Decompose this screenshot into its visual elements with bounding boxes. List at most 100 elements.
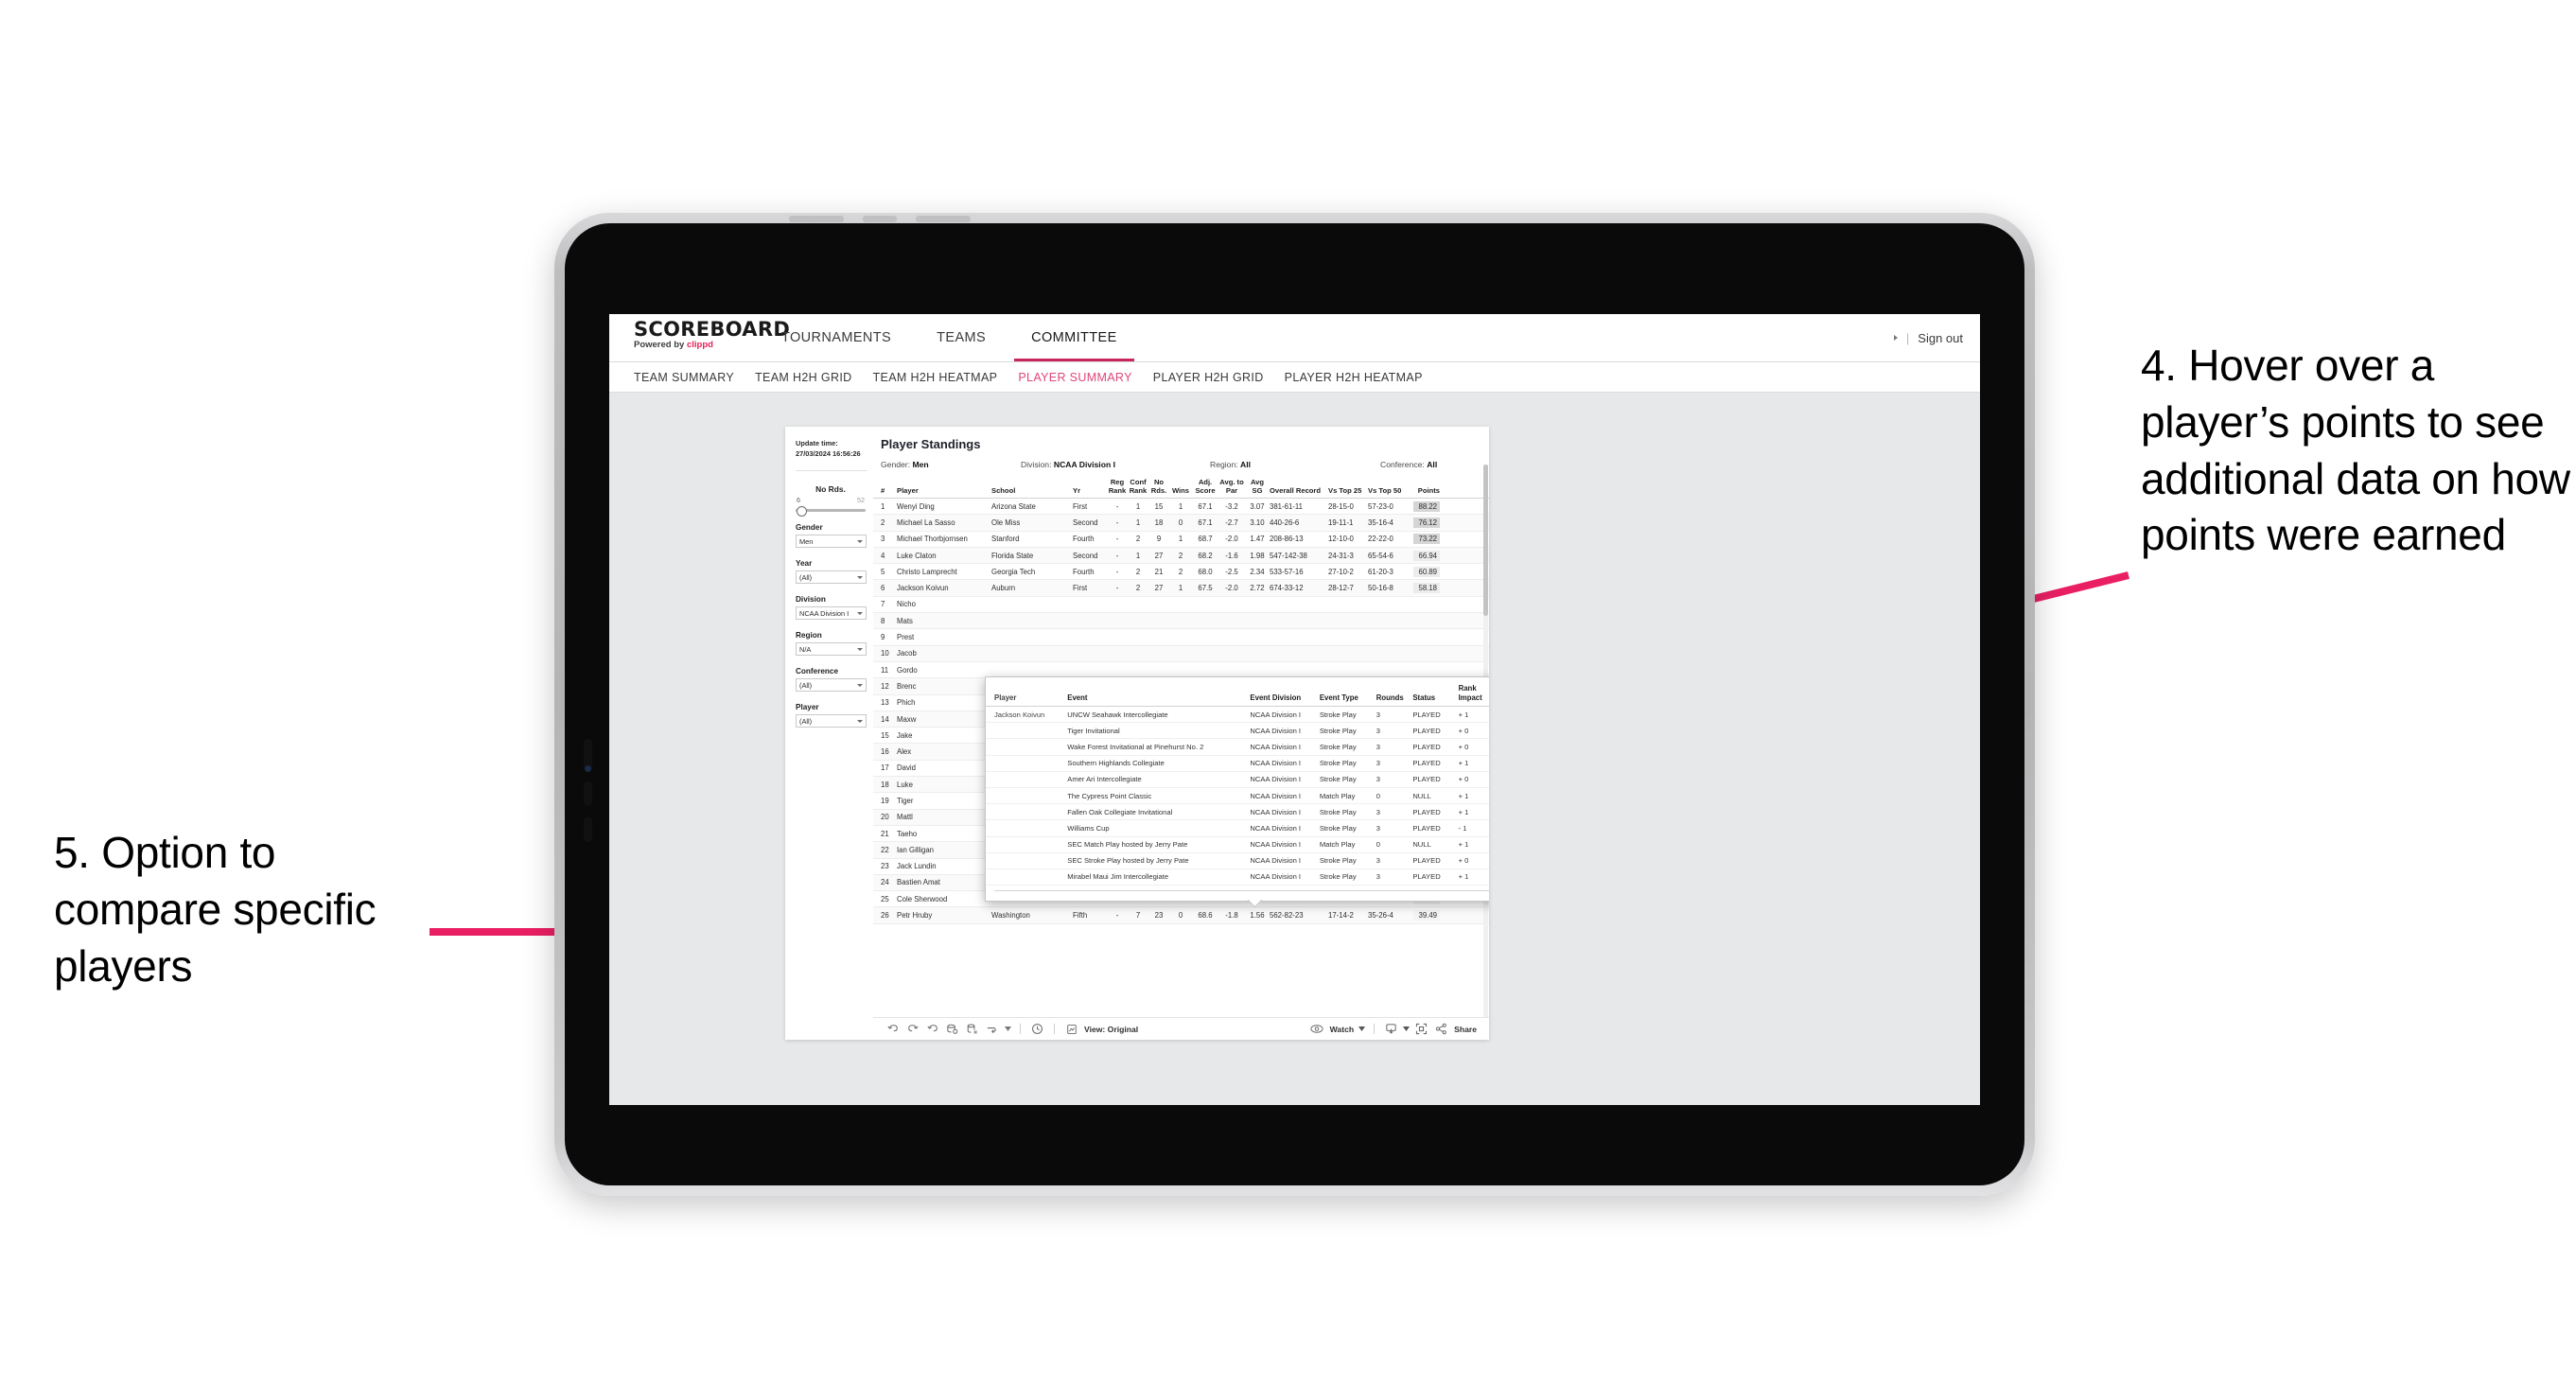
table-row[interactable]: 2 Michael La Sasso Ole Miss Second - 1 18 0 67.1… [873, 515, 1489, 532]
filter-no-rounds-slider[interactable]: No Rds. 6 52 [796, 484, 873, 517]
fullscreen-icon[interactable] [1411, 1018, 1431, 1041]
points-cell[interactable]: 39.49 [1408, 910, 1440, 921]
col-points[interactable]: Points [1408, 486, 1440, 495]
watch-label[interactable]: Watch [1330, 1025, 1354, 1034]
filter-conference-select[interactable]: (All) [796, 678, 867, 692]
tooltip-rounds-cell: 0 [1376, 840, 1380, 850]
slider-track[interactable] [796, 506, 866, 517]
tooltip-division-cell: NCAA Division I [1250, 759, 1302, 768]
col-vs-top-50[interactable]: Vs Top 50 [1368, 486, 1408, 495]
filter-region-select[interactable]: N/A [796, 642, 867, 656]
table-row[interactable]: 4 Luke Claton Florida State Second - 1 27 2 68.2… [873, 547, 1489, 565]
watch-eye-icon[interactable] [1307, 1018, 1327, 1041]
refresh-data-icon[interactable] [942, 1018, 962, 1041]
tooltip-status-cell: PLAYED [1412, 726, 1441, 735]
avg-sg-cell: 1.98 [1250, 551, 1265, 560]
wins-cell: 1 [1178, 501, 1183, 511]
col-school[interactable]: School [991, 486, 1073, 495]
table-row[interactable]: 26 Petr Hruby Washington Fifth - 7 23 0 68.6 -1.8… [873, 907, 1489, 924]
filter-player-select[interactable]: (All) [796, 714, 867, 728]
table-row[interactable]: 5 Christo Lamprecht Georgia Tech Fourth - 2 21… [873, 564, 1489, 581]
col-adj-score[interactable]: Adj. Score [1192, 478, 1218, 495]
col-player[interactable]: Player [897, 486, 991, 495]
update-time-value: 27/03/2024 16:56:26 [796, 448, 861, 458]
filter-division: Division NCAA Division I [796, 595, 873, 620]
tooltip-event-cell: Fallen Oak Collegiate Invitational [1067, 807, 1173, 816]
share-label[interactable]: Share [1454, 1025, 1477, 1034]
avg-to-par-cell: -1.8 [1225, 911, 1238, 921]
no-rds-cell: 18 [1154, 518, 1164, 527]
table-row[interactable]: 3 Michael Thorbjornsen Stanford Fourth -2 9 1 6… [873, 532, 1489, 548]
col-reg-rank[interactable]: Reg Rank [1107, 478, 1128, 495]
nav-tournaments[interactable]: TOURNAMENTS [759, 314, 914, 361]
tooltip-bottom-rule [994, 890, 1489, 892]
points-cell[interactable]: 76.12 [1408, 517, 1440, 528]
table-row[interactable]: 7 Nicho [873, 597, 1489, 614]
col-yr[interactable]: Yr [1073, 486, 1107, 495]
toolbar-divider-1 [1020, 1024, 1021, 1034]
col-conf-rank[interactable]: Conf Rank [1128, 478, 1148, 495]
brand-logo[interactable]: SCOREBOARD Powered by clippd [609, 314, 790, 361]
points-cell[interactable]: 88.22 [1408, 500, 1440, 512]
slider-label: No Rds. [815, 484, 846, 494]
points-cell[interactable]: 60.89 [1408, 566, 1440, 577]
tooltip-division-cell: NCAA Division I [1250, 742, 1302, 751]
share-icon[interactable] [1431, 1018, 1451, 1041]
watch-caret-icon[interactable] [1357, 1018, 1367, 1041]
tab-team-summary[interactable]: TEAM SUMMARY [634, 371, 755, 384]
tab-player-h2h-grid[interactable]: PLAYER H2H GRID [1153, 371, 1285, 384]
table-row[interactable]: 10 Jacob [873, 645, 1489, 662]
tab-team-h2h-heatmap[interactable]: TEAM H2H HEATMAP [873, 371, 1019, 384]
download-caret-icon[interactable] [1401, 1018, 1411, 1041]
tooltip-event-cell: Wake Forest Invitational at Pinehurst No… [1067, 742, 1204, 751]
points-cell[interactable]: 73.22 [1408, 534, 1440, 545]
player-cell: Christo Lamprecht [897, 567, 957, 576]
tab-player-h2h-heatmap[interactable]: PLAYER H2H HEATMAP [1285, 371, 1444, 384]
col-vs-top-25[interactable]: Vs Top 25 [1328, 486, 1368, 495]
nav-teams[interactable]: TEAMS [914, 314, 1008, 361]
rank-cell: 4 [881, 551, 885, 560]
tooltip-player-cell: Jackson Koivun [994, 710, 1045, 719]
col-wins[interactable]: Wins [1169, 486, 1192, 495]
points-cell[interactable]: 58.18 [1408, 583, 1440, 594]
toolbar-dropdown-caret-icon[interactable] [1002, 1018, 1013, 1041]
view-original-icon[interactable] [1061, 1018, 1081, 1041]
tooltip-row: Wake Forest Invitational at Pinehurst No… [986, 739, 1489, 756]
pause-refresh-clock-icon[interactable] [1027, 1018, 1047, 1041]
download-icon[interactable] [1381, 1018, 1401, 1041]
tooltip-status-cell: PLAYED [1412, 775, 1441, 784]
toolbar-divider-2 [1054, 1024, 1055, 1034]
table-row[interactable]: 6 Jackson Koivun Auburn First - 2 27 1 67.5 -2.0 2… [873, 580, 1489, 597]
filter-division-select[interactable]: NCAA Division I [796, 606, 867, 620]
nav-committee[interactable]: COMMITTEE [1008, 314, 1140, 361]
undo-icon[interactable] [883, 1018, 902, 1041]
points-cell[interactable]: 66.94 [1408, 550, 1440, 561]
redo-icon[interactable] [902, 1018, 922, 1041]
col-overall-record[interactable]: Overall Record [1270, 486, 1328, 495]
sign-out-link[interactable]: Sign out [1918, 331, 1963, 345]
tablet-top-button-2 [863, 216, 897, 222]
tooltip-rounds-cell: 0 [1376, 791, 1380, 800]
table-row[interactable]: 8 Mats [873, 613, 1489, 630]
revert-icon[interactable] [922, 1018, 942, 1041]
table-row[interactable]: 1 Wenyi Ding Arizona State First - 1 15 1 67.1 -3… [873, 499, 1489, 516]
viz-scrollbar-thumb[interactable] [1483, 465, 1488, 616]
slider-handle[interactable] [797, 506, 807, 517]
table-row[interactable]: 9 Prest [873, 629, 1489, 646]
col-avg-sg[interactable]: Avg SG [1245, 478, 1270, 495]
col-rank[interactable]: # [881, 486, 897, 495]
filter-gender-select[interactable]: Men [796, 535, 867, 548]
show-hide-cards-icon[interactable] [982, 1018, 1002, 1041]
col-no-rds[interactable]: No Rds. [1148, 478, 1169, 495]
view-original-label[interactable]: View: Original [1084, 1025, 1138, 1034]
col-avg-to-par[interactable]: Avg. to Par [1218, 478, 1245, 495]
tooltip-event-cell: SEC Match Play hosted by Jerry Pate [1067, 840, 1188, 850]
pause-auto-updates-icon[interactable] [962, 1018, 982, 1041]
rank-cell: 25 [881, 894, 889, 904]
player-cell: Nicho [897, 600, 916, 609]
filter-year-select[interactable]: (All) [796, 570, 867, 584]
tab-team-h2h-grid[interactable]: TEAM H2H GRID [755, 371, 872, 384]
tab-player-summary[interactable]: PLAYER SUMMARY [1018, 371, 1152, 384]
tooltip-rank-impact-cell: - 1 [1458, 823, 1467, 833]
wins-cell: 1 [1178, 584, 1183, 593]
